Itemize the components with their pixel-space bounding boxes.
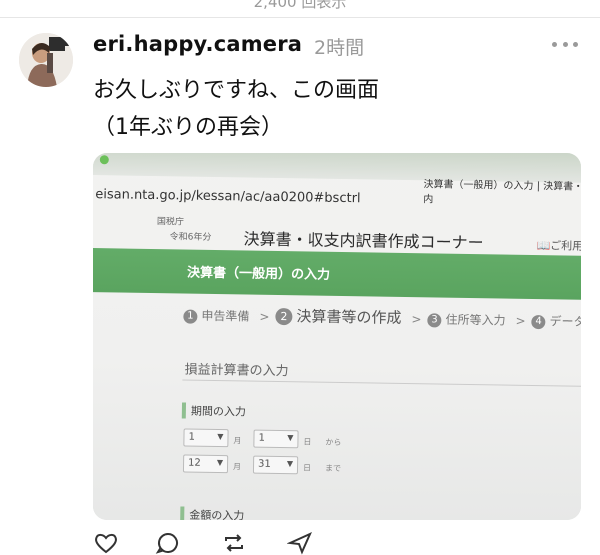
share-button[interactable] <box>287 531 313 555</box>
month-unit: 月 <box>232 462 242 472</box>
chevron-right-icon: > <box>411 312 422 327</box>
select-value: 1 <box>188 431 195 443</box>
tax-year-label: 令和6年分 <box>169 232 212 243</box>
select-value: 1 <box>258 432 265 444</box>
day-unit: 日 <box>302 463 312 473</box>
more-options-button[interactable] <box>552 36 578 52</box>
form-title: 決算書（一般用）の入力 <box>186 265 331 283</box>
step-item: 3 住所等入力 <box>427 310 506 328</box>
agency-label: 国税庁 <box>156 217 184 228</box>
section-title: 損益計算書の入力 <box>184 362 289 380</box>
step-label: 決算書等の作成 <box>296 307 402 327</box>
chevron-down-icon: ▼ <box>216 458 224 468</box>
post-text-line: （1年ぶりの再会） <box>93 115 283 140</box>
to-month-select: 12 ▼ <box>182 454 229 474</box>
post-actions <box>93 531 333 555</box>
amount-heading: 金額の入力 <box>180 506 245 520</box>
help-link-label: ご利用 <box>550 239 581 253</box>
avatar-image <box>19 33 73 87</box>
repost-button[interactable] <box>221 531 247 555</box>
step-number: 4 <box>531 314 546 329</box>
step-item: 1 申告準備 <box>183 306 250 324</box>
from-day-select: 1 ▼ <box>253 429 299 449</box>
select-value: 31 <box>257 458 271 470</box>
step-label: 住所等入力 <box>445 312 506 328</box>
help-link: 📖ご利用 <box>536 237 581 254</box>
avatar[interactable] <box>19 33 73 87</box>
comment-button[interactable] <box>155 531 181 555</box>
browser-tab-title: 決算書（一般用）の入力 | 決算書・収支内 <box>423 179 581 206</box>
dot-icon <box>573 41 578 47</box>
book-icon: 📖 <box>536 239 551 253</box>
title-band <box>93 247 581 301</box>
to-day-select: 31 ▼ <box>252 455 299 475</box>
window-dot-icon <box>99 155 109 165</box>
chevron-down-icon: ▼ <box>286 459 294 469</box>
step-number: 2 <box>275 307 293 326</box>
view-count: 2,400 回表示 <box>253 0 347 11</box>
repost-icon <box>225 534 243 552</box>
step-item: 4 データ保存等 <box>531 312 581 330</box>
step-number: 3 <box>427 312 442 328</box>
step-item-active: 2 決算書等の作成 <box>275 305 402 328</box>
section-divider <box>182 379 581 387</box>
period-heading: 期間の入力 <box>181 402 247 420</box>
chevron-right-icon: > <box>515 313 526 328</box>
browser-url: eisan.nta.go.jp/kessan/ac/aa0200#bsctrl <box>95 187 361 207</box>
post-time: 2時間 <box>314 37 365 59</box>
photo-screen-content: 決算書（一般用）の入力 | 決算書・収支内 eisan.nta.go.jp/ke… <box>93 153 581 520</box>
site-title: 決算書・収支内訳書作成コーナー <box>243 229 484 253</box>
post-text-line: お久しぶりですね、この画面 <box>93 78 380 103</box>
username[interactable]: eri.happy.camera <box>93 32 302 56</box>
chevron-down-icon: ▼ <box>217 432 224 442</box>
post-photo[interactable]: 決算書（一般用）の入力 | 決算書・収支内 eisan.nta.go.jp/ke… <box>93 153 581 520</box>
heart-icon <box>95 533 117 554</box>
from-label: から <box>325 437 342 447</box>
comment-icon <box>155 532 178 554</box>
chevron-right-icon: > <box>259 309 270 324</box>
share-icon <box>287 532 312 555</box>
select-value: 12 <box>187 457 201 469</box>
dot-icon <box>562 41 568 47</box>
chevron-down-icon: ▼ <box>287 433 294 443</box>
to-label: まで <box>324 463 342 473</box>
step-number: 1 <box>183 308 198 324</box>
month-unit: 月 <box>233 436 242 446</box>
day-unit: 日 <box>303 437 312 447</box>
divider <box>0 17 600 18</box>
step-label: 申告準備 <box>201 308 250 324</box>
step-label: データ保存等 <box>549 314 581 330</box>
dot-icon <box>552 41 557 47</box>
like-button[interactable] <box>93 531 119 555</box>
step-progress: 1 申告準備 >2 決算書等の作成 >3 住所等入力 >4 データ保存等 <box>183 303 581 331</box>
from-month-select: 1 ▼ <box>183 428 229 448</box>
